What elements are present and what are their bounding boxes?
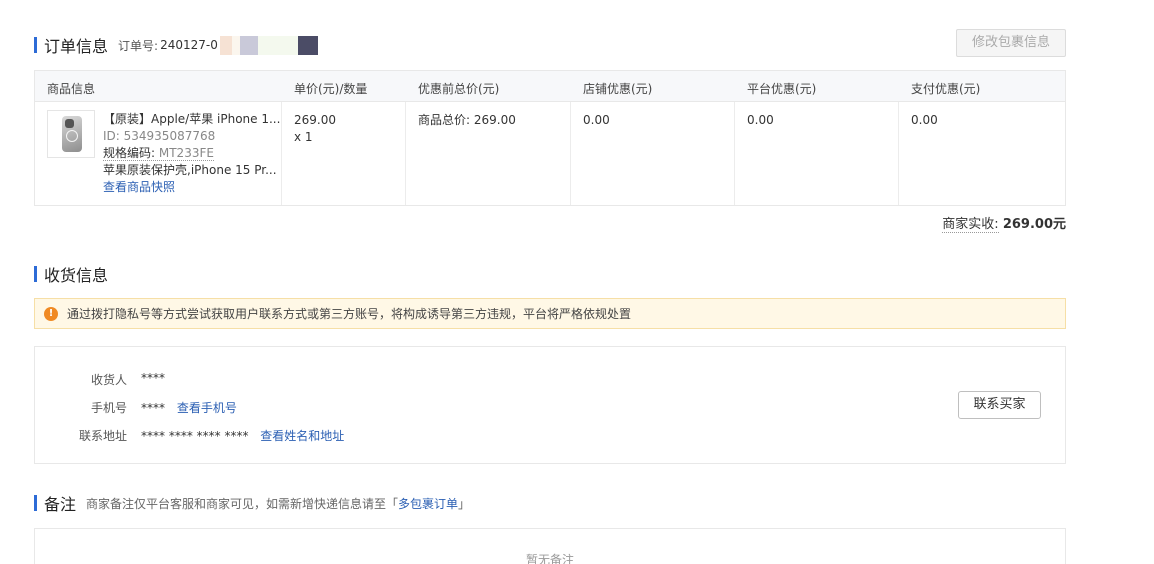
product-table: 商品信息 单价(元)/数量 优惠前总价(元) 店铺优惠(元) 平台优惠(元) 支…: [34, 70, 1066, 206]
section-accent-bar: [34, 266, 37, 282]
header-payment-discount: 支付优惠(元): [911, 82, 981, 96]
payment-discount-cell: 0.00: [911, 113, 938, 127]
warning-banner: ! 通过拨打隐私号等方式尝试获取用户联系方式或第三方账号，将构成诱导第三方违规，…: [34, 298, 1066, 329]
warning-text: 通过拨打隐私号等方式尝试获取用户联系方式或第三方账号，将构成诱导第三方违规，平台…: [67, 307, 632, 321]
notes-header: 备注 商家备注仅平台客服和商家可见，如需新增快递信息请至「多包裹订单」: [34, 491, 470, 515]
quantity: x 1: [294, 130, 313, 144]
order-number: 240127-0: [160, 38, 218, 52]
unit-price-cell: 269.00 x 1: [294, 112, 336, 146]
phone-value-group: **** 查看手机号: [141, 399, 237, 416]
phone-case-image: [62, 116, 82, 152]
spec-code: MT233FE: [158, 146, 214, 160]
product-thumbnail[interactable]: [47, 110, 95, 158]
phone-label: 手机号: [90, 401, 127, 415]
table-header-row: 商品信息 单价(元)/数量 优惠前总价(元) 店铺优惠(元) 平台优惠(元) 支…: [35, 71, 1065, 102]
multi-package-order-link[interactable]: 多包裹订单: [398, 497, 458, 511]
notes-box: 暂无备注: [34, 528, 1066, 564]
order-number-label: 订单号:: [118, 38, 159, 53]
product-spec: 规格编码: MT233FE: [103, 145, 280, 162]
view-phone-link[interactable]: 查看手机号: [177, 401, 237, 415]
address-value-group: **** **** **** **** 查看姓名和地址: [141, 427, 344, 444]
view-snapshot-link[interactable]: 查看商品快照: [103, 179, 280, 196]
product-info: 【原装】Apple/苹果 iPhone 1... ID: 53493508776…: [103, 111, 280, 196]
notes-title: 备注: [44, 495, 77, 514]
header-unit-price: 单价(元)/数量: [294, 82, 368, 96]
header-product-info: 商品信息: [47, 82, 96, 96]
shipping-info-header: 收货信息: [34, 262, 108, 286]
header-shop-discount: 店铺优惠(元): [583, 82, 653, 96]
magsafe-ring-icon: [66, 130, 78, 142]
shipping-details: 收货人 **** 手机号 **** 查看手机号 联系地址 **** **** *…: [34, 346, 1066, 464]
table-row: 【原装】Apple/苹果 iPhone 1... ID: 53493508776…: [35, 102, 1065, 205]
phone-value: ****: [141, 401, 165, 415]
contact-buyer-button[interactable]: 联系买家: [958, 391, 1041, 419]
section-accent-bar: [34, 37, 37, 53]
subtotal-cell: 商品总价: 269.00: [418, 113, 516, 127]
unit-price: 269.00: [294, 113, 336, 127]
section-accent-bar: [34, 495, 37, 511]
edit-package-button[interactable]: 修改包裹信息: [956, 29, 1066, 57]
exclamation-icon: !: [44, 306, 58, 321]
merchant-received-total: 商家实收: 269.00元: [942, 213, 1066, 233]
product-name[interactable]: 【原装】Apple/苹果 iPhone 1...: [103, 111, 280, 128]
total-label: 商家实收:: [942, 217, 999, 233]
no-notes-text: 暂无备注: [525, 553, 574, 564]
receiver-value: ****: [141, 371, 165, 385]
address-value: **** **** **** ****: [141, 429, 249, 443]
header-subtotal: 优惠前总价(元): [418, 82, 500, 96]
view-address-link[interactable]: 查看姓名和地址: [260, 429, 344, 443]
product-id: ID: 534935087768: [103, 129, 216, 143]
total-value: 269.00元: [1002, 217, 1066, 232]
order-info-title: 订单信息: [44, 37, 109, 56]
spec-label: 规格编码: MT233FE: [103, 146, 214, 161]
redaction-mask: [219, 35, 318, 55]
address-label: 联系地址: [78, 429, 127, 443]
camera-icon: [65, 119, 74, 128]
platform-discount-cell: 0.00: [747, 113, 774, 127]
header-platform-discount: 平台优惠(元): [747, 82, 817, 96]
shop-discount-cell: 0.00: [583, 113, 610, 127]
product-description: 苹果原装保护壳,iPhone 15 Pr...: [103, 163, 277, 177]
order-info-header: 订单信息 订单号: 240127-0: [34, 33, 318, 57]
shipping-info-title: 收货信息: [44, 266, 109, 285]
receiver-label: 收货人: [90, 373, 127, 387]
notes-subtitle: 商家备注仅平台客服和商家可见，如需新增快递信息请至「多包裹订单」: [86, 496, 471, 511]
